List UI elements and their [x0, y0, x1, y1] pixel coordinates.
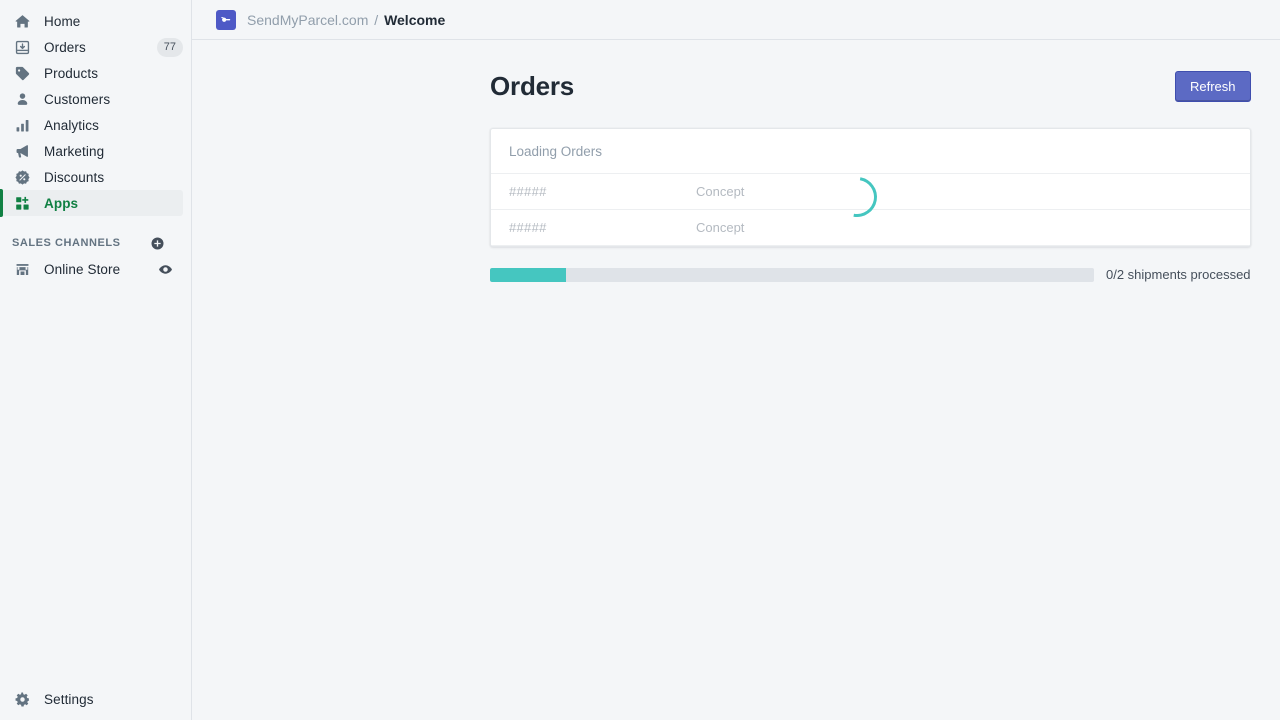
analytics-bar-chart-icon: [12, 115, 32, 135]
orders-card: Loading Orders ##### Concept ##### Conce…: [490, 128, 1251, 247]
refresh-button[interactable]: Refresh: [1175, 70, 1251, 102]
progress-fill: [490, 267, 566, 282]
breadcrumb: SendMyParcel.com / Welcome: [247, 12, 445, 28]
sidebar-item-analytics[interactable]: Analytics: [0, 112, 183, 138]
sidebar-item-online-store[interactable]: Online Store: [0, 256, 183, 282]
sidebar-item-label: Settings: [44, 691, 94, 707]
products-tag-icon: [12, 63, 32, 83]
sidebar-item-label: Orders: [44, 39, 86, 55]
sidebar-item-label: Online Store: [44, 261, 121, 277]
sidebar-item-apps[interactable]: Apps: [0, 189, 183, 217]
apps-grid-icon: [12, 193, 32, 213]
sidebar-item-orders[interactable]: Orders 77: [0, 34, 183, 60]
table-row[interactable]: ##### Concept: [491, 210, 1250, 246]
table-row[interactable]: ##### Concept: [491, 174, 1250, 210]
discounts-percent-badge-icon: [12, 167, 32, 187]
orders-card-header: Loading Orders: [491, 129, 1250, 174]
sales-channels-title: SALES CHANNELS: [12, 237, 121, 249]
customers-person-icon: [12, 89, 32, 109]
shipments-progress: 0/2 shipments processed: [490, 267, 1251, 282]
breadcrumb-current: Welcome: [384, 11, 446, 28]
sidebar-item-home[interactable]: Home: [0, 8, 183, 34]
page-title: Orders: [490, 70, 575, 101]
orders-icon: [12, 37, 32, 57]
sidebar-item-products[interactable]: Products: [0, 60, 183, 86]
page-content: Orders Refresh Loading Orders ##### Conc…: [192, 66, 1280, 282]
sidebar: Home Orders 77 Products Customers Analyt…: [0, 0, 192, 720]
sidebar-item-label: Products: [44, 65, 99, 81]
home-icon: [12, 11, 32, 31]
order-id-cell: #####: [509, 184, 547, 199]
order-id-cell: #####: [509, 220, 547, 235]
sidebar-item-label: Home: [44, 13, 81, 29]
page-header: Orders Refresh: [490, 66, 1251, 106]
sidebar-item-label: Discounts: [44, 169, 105, 185]
sidebar-item-customers[interactable]: Customers: [0, 86, 183, 112]
sidebar-item-label: Analytics: [44, 117, 99, 133]
progress-track: [490, 267, 1094, 282]
progress-label: 0/2 shipments processed: [1106, 267, 1251, 282]
plus-circle-icon[interactable]: [150, 236, 165, 251]
sidebar-item-discounts[interactable]: Discounts: [0, 164, 183, 190]
topbar: SendMyParcel.com / Welcome: [192, 0, 1280, 40]
breadcrumb-separator: /: [374, 11, 379, 28]
sidebar-item-settings[interactable]: Settings: [0, 686, 183, 712]
orders-count-badge: 77: [156, 37, 183, 57]
gear-icon: [12, 689, 32, 709]
sidebar-item-marketing[interactable]: Marketing: [0, 138, 183, 164]
order-status-cell: Concept: [696, 184, 745, 199]
app-root: Home Orders 77 Products Customers Analyt…: [0, 0, 1280, 720]
sidebar-item-label: Marketing: [44, 143, 105, 159]
order-status-cell: Concept: [696, 220, 745, 235]
sidebar-item-label: Apps: [44, 195, 79, 211]
marketing-megaphone-icon: [12, 141, 32, 161]
sidebar-item-label: Customers: [44, 91, 111, 107]
breadcrumb-app-name[interactable]: SendMyParcel.com: [247, 12, 368, 28]
sidebar-bottom: Settings: [0, 686, 191, 712]
eye-icon[interactable]: [158, 262, 183, 277]
sidebar-nav-list: Home Orders 77 Products Customers Analyt…: [0, 0, 191, 282]
storefront-icon: [12, 259, 32, 279]
main-area: SendMyParcel.com / Welcome Orders Refres…: [192, 0, 1280, 720]
sendmyparcel-app-icon: [216, 9, 236, 30]
sales-channels-section-header: SALES CHANNELS: [0, 230, 183, 256]
